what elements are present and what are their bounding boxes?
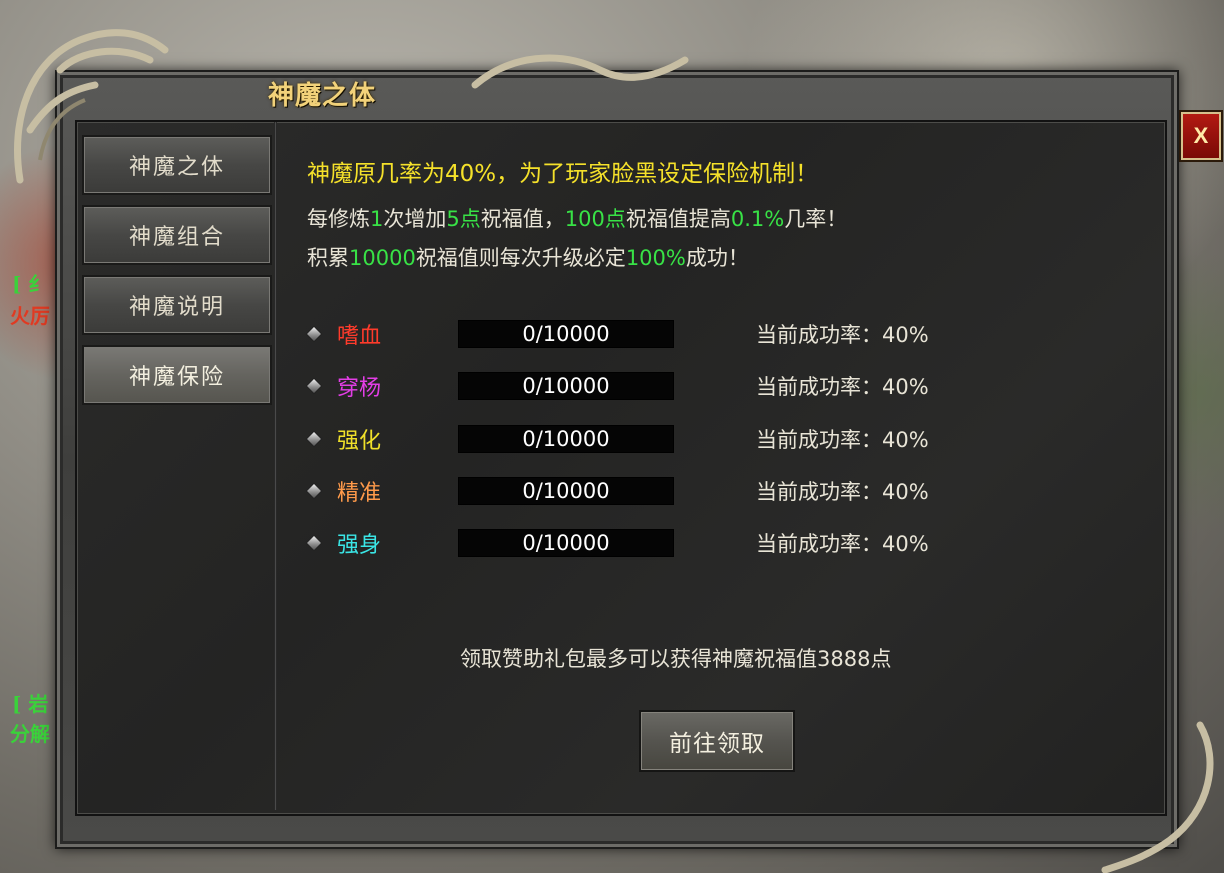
blessing-progress-bar: 0/10000 (458, 477, 674, 505)
rule-text: 几率！ (784, 207, 848, 231)
stat-name: 精准 (337, 481, 382, 506)
dragon-ornament-top-icon (471, 54, 689, 89)
success-rate-value: 40% (882, 375, 929, 399)
success-rate: 当前成功率：40% (756, 528, 929, 558)
success-rate: 当前成功率：40% (756, 371, 929, 401)
rule-value: 100点 (564, 207, 626, 231)
window-title: 神魔之体 (268, 81, 377, 111)
stat-name: 穿杨 (337, 376, 382, 401)
sidebar-item-shenmo-combo[interactable]: 神魔组合 (82, 205, 272, 265)
progress-text: 0/10000 (522, 322, 610, 346)
rule-value: 100% (625, 246, 686, 270)
rule-text: 祝福值则每次升级必定 (415, 246, 626, 270)
insurance-headline: 神魔原几率为40%，为了玩家脸黑设定保险机制！ (307, 161, 819, 187)
stat-name: 强化 (337, 429, 382, 454)
insurance-rule-1: 每修炼1次增加5点祝福值，100点祝福值提高0.1%几率！ (307, 203, 847, 233)
blessing-progress-bar: 0/10000 (458, 320, 674, 348)
success-rate: 当前成功率：40% (756, 424, 929, 454)
success-rate-value: 40% (882, 428, 929, 452)
blessing-progress-bar: 0/10000 (458, 372, 674, 400)
bg-scene-text-2: 火厉 (10, 304, 50, 328)
rule-text: 次增加 (383, 207, 447, 231)
success-rate-label: 当前成功率： (756, 375, 882, 399)
success-rate: 当前成功率：40% (756, 319, 929, 349)
rule-text: 成功！ (685, 246, 749, 270)
success-rate-value: 40% (882, 323, 929, 347)
success-rate-label: 当前成功率： (756, 323, 882, 347)
blessing-progress-bar: 0/10000 (458, 529, 674, 557)
rule-text: 祝福值， (480, 207, 565, 231)
rule-value: 1 (370, 207, 384, 231)
sidebar-divider (274, 122, 277, 810)
rule-text: 积累 (307, 246, 349, 270)
stat-name: 嗜血 (337, 324, 382, 349)
blessing-progress-bar: 0/10000 (458, 425, 674, 453)
progress-text: 0/10000 (522, 374, 610, 398)
sidebar-item-shenmo-insurance[interactable]: 神魔保险 (82, 345, 272, 405)
bg-scene-text-3: [ 岩 (12, 692, 49, 716)
success-rate-value: 40% (882, 480, 929, 504)
success-rate-value: 40% (882, 532, 929, 556)
progress-text: 0/10000 (522, 479, 610, 503)
rule-value: 5点 (446, 207, 481, 231)
success-rate-label: 当前成功率： (756, 428, 882, 452)
sidebar-item-shenmo-help[interactable]: 神魔说明 (82, 275, 272, 335)
progress-text: 0/10000 (522, 427, 610, 451)
bg-scene-text-4: 分解 (10, 722, 50, 746)
insurance-rule-2: 积累10000祝福值则每次升级必定100%成功！ (307, 242, 749, 272)
close-button[interactable]: X (1181, 112, 1221, 160)
success-rate-label: 当前成功率： (756, 480, 882, 504)
success-rate-label: 当前成功率： (756, 532, 882, 556)
success-rate: 当前成功率：40% (756, 476, 929, 506)
bg-scene-text-1: [ 纟 (12, 272, 49, 296)
rule-text: 祝福值提高 (625, 207, 731, 231)
stat-name: 强身 (337, 533, 382, 558)
go-claim-button[interactable]: 前往领取 (639, 710, 795, 772)
sponsor-note: 领取赞助礼包最多可以获得神魔祝福值3888点 (460, 647, 892, 671)
rule-text: 每修炼 (307, 207, 370, 231)
progress-text: 0/10000 (522, 531, 610, 555)
sidebar-item-shenmo-body[interactable]: 神魔之体 (82, 135, 272, 195)
rule-value: 0.1% (730, 207, 785, 231)
rule-value: 10000 (349, 246, 416, 270)
